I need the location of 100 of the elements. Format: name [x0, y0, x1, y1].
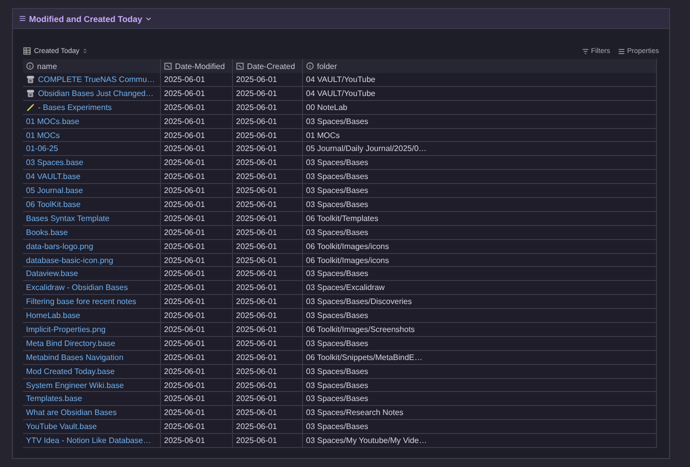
table-cell: 06 Toolkit/Images/icons [303, 240, 657, 254]
chevron-icon [145, 15, 152, 22]
table-cell: 2025-06-01 [161, 364, 233, 379]
table-cell: 2025-06-01 [233, 323, 303, 337]
table-cell: 03 Spaces/My Youtube/My Vide… [303, 434, 657, 448]
table-cell: 03 Spaces/Bases [303, 226, 657, 240]
table-cell: 2025-06-01 [233, 86, 303, 101]
table-cell: 03 Spaces/Bases [303, 309, 657, 324]
table-cell: 2025-06-01 [233, 212, 303, 226]
note-link[interactable]: 01 MOCs [23, 128, 161, 142]
table-cell: 2025-06-01 [233, 309, 303, 324]
column-header[interactable]: Date-Modified [161, 59, 233, 73]
table-cell: 2025-06-01 [161, 267, 233, 282]
table-cell: 2025-06-01 [233, 142, 303, 156]
info-icon [26, 62, 34, 70]
table-cell: 2025-06-01 [233, 226, 303, 240]
table-cell: 05 Journal/Daily Journal/2025/0… [303, 142, 657, 156]
telephone-icon [26, 88, 35, 98]
table-cell: 2025-06-01 [233, 240, 303, 254]
table-cell: 03 Spaces/Bases [303, 170, 657, 184]
table-cell: 2025-06-01 [233, 434, 303, 448]
table-cell: 2025-06-01 [161, 378, 233, 392]
note-link[interactable]: Mod Created Today.base [23, 364, 161, 379]
table-cell: 04 VAULT/YouTube [303, 86, 657, 101]
note-link[interactable]: What are Obsidian Bases [23, 406, 161, 420]
note-link[interactable]: Excalidraw - Obsidian Bases [23, 281, 161, 296]
table-cell: 03 Spaces/Bases [303, 267, 657, 282]
note-link[interactable]: 01-06-25 [23, 142, 161, 156]
column-header[interactable]: folder [303, 59, 657, 73]
note-link[interactable]: COMPLETE TrueNAS Commu… [23, 73, 161, 87]
table-cell: 2025-06-01 [161, 184, 233, 198]
list-icon [618, 48, 626, 54]
note-link[interactable]: System Engineer Wiki.base [23, 378, 161, 392]
column-header[interactable]: name [23, 59, 161, 73]
note-link[interactable]: 05 Journal.base [23, 184, 161, 198]
table-cell: 2025-06-01 [233, 114, 303, 129]
table-cell: 2025-06-01 [161, 156, 233, 170]
table-cell: 2025-06-01 [161, 295, 233, 310]
column-header[interactable]: Date-Created [233, 59, 303, 73]
table-cell: 2025-06-01 [161, 212, 233, 226]
table-cell: 2025-06-01 [233, 364, 303, 379]
table-cell: 2025-06-01 [161, 240, 233, 254]
table-cell: 2025-06-01 [161, 254, 233, 268]
table-cell: 03 Spaces/Bases [303, 114, 657, 129]
table-cell: 2025-06-01 [161, 226, 233, 240]
note-link[interactable]: HomeLab.base [23, 309, 161, 324]
table-cell: 2025-06-01 [161, 392, 233, 406]
table-cell: 03 Spaces/Bases [303, 336, 657, 351]
table-cell: 2025-06-01 [233, 184, 303, 198]
table-cell: 2025-06-01 [233, 406, 303, 420]
note-link[interactable]: Implicit-Properties.png [23, 323, 161, 337]
table-cell: 2025-06-01 [161, 114, 233, 129]
note-link[interactable]: data-bars-logo.png [23, 240, 161, 254]
table-cell: 03 Spaces/Bases [303, 378, 657, 392]
note-link[interactable]: YTV Idea - Notion Like Database… [23, 434, 161, 448]
note-link[interactable]: database-basic-icon.png [23, 254, 161, 268]
table-cell: 2025-06-01 [233, 267, 303, 282]
table-cell: 06 Toolkit/Templates [303, 212, 657, 226]
note-link[interactable]: Books.base [23, 226, 161, 240]
sort-icon [82, 48, 88, 54]
note-link[interactable]: Obsidian Bases Just Changed… [23, 86, 161, 101]
note-link[interactable]: Dataview.base [23, 267, 161, 282]
note-link[interactable]: - Bases Experiments [23, 100, 161, 115]
table-cell: 2025-06-01 [233, 281, 303, 296]
table-cell: 2025-06-01 [233, 128, 303, 142]
table-cell: 2025-06-01 [233, 254, 303, 268]
list-icon [19, 15, 26, 22]
filter-icon [582, 48, 590, 54]
table-cell: 03 Spaces/Bases [303, 198, 657, 212]
table-cell: 2025-06-01 [161, 434, 233, 448]
note-link[interactable]: 03 Spaces.base [23, 156, 161, 170]
telephone-icon [26, 74, 35, 84]
note-link[interactable]: 04 VAULT.base [23, 170, 161, 184]
note-link[interactable]: Bases Syntax Template [23, 212, 161, 226]
table-cell: 01 MOCs [303, 128, 657, 142]
table-cell: 03 Spaces/Research Notes [303, 406, 657, 420]
table-cell: 2025-06-01 [161, 336, 233, 351]
note-link[interactable]: YouTube Vault.base [23, 420, 161, 434]
calendar-icon [236, 62, 244, 70]
note-link[interactable]: Meta Bind Directory.base [23, 336, 161, 351]
note-link[interactable]: Metabind Bases Navigation [23, 350, 161, 365]
note-link[interactable]: 01 MOCs.base [23, 114, 161, 129]
table-cell: 03 Spaces/Bases [303, 184, 657, 198]
table-cell: 2025-06-01 [161, 420, 233, 434]
table-cell: 03 Spaces/Bases/Discoveries [303, 295, 657, 310]
table-cell: 03 Spaces/Bases [303, 156, 657, 170]
table-icon [23, 47, 31, 55]
note-link[interactable]: Templates.base [23, 392, 161, 406]
table-cell: 2025-06-01 [161, 309, 233, 324]
table-cell: 2025-06-01 [233, 378, 303, 392]
table-cell: 2025-06-01 [161, 198, 233, 212]
table-cell: 2025-06-01 [233, 350, 303, 365]
table-cell: 00 NoteLab [303, 100, 657, 115]
table-cell: 2025-06-01 [161, 86, 233, 101]
table-cell: 2025-06-01 [161, 406, 233, 420]
table-cell: 06 Toolkit/Images/icons [303, 254, 657, 268]
table-cell: 2025-06-01 [233, 295, 303, 310]
note-link[interactable]: Filtering base fore recent notes [23, 295, 161, 310]
note-link[interactable]: 06 ToolKit.base [23, 198, 161, 212]
table-cell: 03 Spaces/Bases [303, 420, 657, 434]
